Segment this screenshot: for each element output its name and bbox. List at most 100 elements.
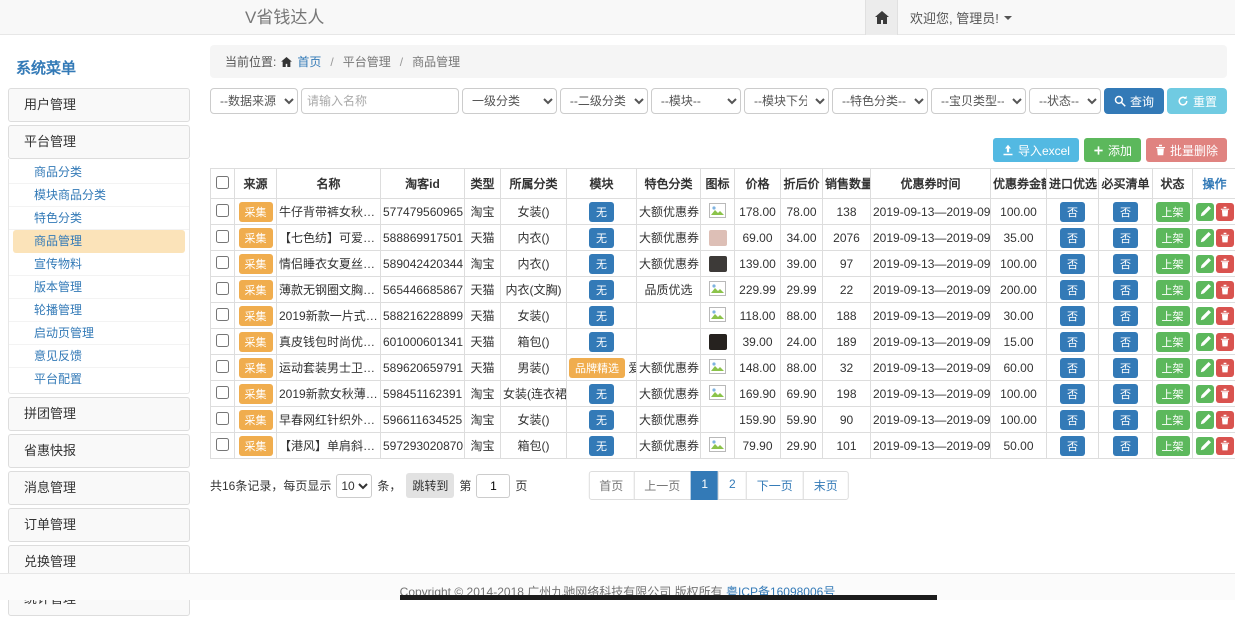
row-checkbox[interactable]	[216, 334, 229, 347]
status-toggle[interactable]: 上架	[1156, 202, 1190, 222]
reset-button[interactable]: 重置	[1167, 88, 1227, 114]
batch-delete-button[interactable]: 批量删除	[1146, 138, 1227, 162]
row-checkbox[interactable]	[216, 204, 229, 217]
must-buy-toggle[interactable]: 否	[1113, 410, 1138, 430]
select-all-checkbox[interactable]	[216, 176, 229, 189]
filter-select[interactable]: --模块下分类--	[744, 88, 829, 114]
jump-button[interactable]: 跳转到	[406, 473, 454, 498]
import-pick-toggle[interactable]: 否	[1060, 254, 1085, 274]
home-button[interactable]	[865, 0, 898, 35]
import-pick-toggle[interactable]: 否	[1060, 306, 1085, 326]
status-toggle[interactable]: 上架	[1156, 280, 1190, 300]
filter-select[interactable]: --宝贝类型--	[931, 88, 1026, 114]
must-buy-toggle[interactable]: 否	[1113, 358, 1138, 378]
add-button[interactable]: 添加	[1084, 138, 1141, 162]
must-buy-toggle[interactable]: 否	[1113, 306, 1138, 326]
filter-select[interactable]: --模块--	[651, 88, 741, 114]
must-buy-toggle[interactable]: 否	[1113, 202, 1138, 222]
breadcrumb-home-link[interactable]: 首页	[297, 53, 321, 70]
row-checkbox[interactable]	[216, 308, 229, 321]
row-checkbox[interactable]	[216, 412, 229, 425]
row-checkbox[interactable]	[216, 360, 229, 373]
delete-button[interactable]	[1216, 411, 1234, 429]
row-checkbox[interactable]	[216, 256, 229, 269]
filter-select[interactable]: --特色分类--	[832, 88, 928, 114]
sidebar-item[interactable]: 订单管理	[8, 508, 190, 542]
edit-button[interactable]	[1196, 437, 1214, 455]
page-button[interactable]: 1	[690, 471, 719, 500]
status-toggle[interactable]: 上架	[1156, 332, 1190, 352]
status-toggle[interactable]: 上架	[1156, 306, 1190, 326]
page-button[interactable]: 末页	[803, 471, 849, 500]
delete-button[interactable]	[1216, 229, 1234, 247]
edit-button[interactable]	[1196, 255, 1214, 273]
edit-button[interactable]	[1196, 307, 1214, 325]
status-toggle[interactable]: 上架	[1156, 254, 1190, 274]
sidebar-subitem[interactable]: 特色分类	[9, 207, 189, 230]
import-pick-toggle[interactable]: 否	[1060, 358, 1085, 378]
delete-button[interactable]	[1216, 281, 1234, 299]
sidebar-subitem[interactable]: 轮播管理	[9, 299, 189, 322]
edit-button[interactable]	[1196, 229, 1214, 247]
delete-button[interactable]	[1216, 437, 1234, 455]
import-pick-toggle[interactable]: 否	[1060, 202, 1085, 222]
page-button[interactable]: 2	[718, 471, 747, 500]
delete-button[interactable]	[1216, 333, 1234, 351]
delete-button[interactable]	[1216, 359, 1234, 377]
import-pick-toggle[interactable]: 否	[1060, 384, 1085, 404]
must-buy-toggle[interactable]: 否	[1113, 384, 1138, 404]
row-checkbox[interactable]	[216, 386, 229, 399]
sidebar-subitem[interactable]: 模块商品分类	[9, 184, 189, 207]
must-buy-toggle[interactable]: 否	[1113, 280, 1138, 300]
sidebar-subitem[interactable]: 商品分类	[9, 161, 189, 184]
import-pick-toggle[interactable]: 否	[1060, 436, 1085, 456]
sidebar-item[interactable]: 拼团管理	[8, 397, 190, 431]
edit-button[interactable]	[1196, 411, 1214, 429]
import-pick-toggle[interactable]: 否	[1060, 332, 1085, 352]
row-checkbox[interactable]	[216, 282, 229, 295]
row-checkbox[interactable]	[216, 438, 229, 451]
filter-select[interactable]: 一级分类	[462, 88, 557, 114]
sidebar-item[interactable]: 用户管理	[8, 88, 190, 122]
must-buy-toggle[interactable]: 否	[1113, 436, 1138, 456]
filter-select[interactable]: --数据来源--	[210, 88, 298, 114]
import-excel-button[interactable]: 导入excel	[993, 138, 1079, 162]
status-toggle[interactable]: 上架	[1156, 410, 1190, 430]
must-buy-toggle[interactable]: 否	[1113, 332, 1138, 352]
sidebar-item[interactable]: 平台管理	[8, 125, 190, 159]
page-button[interactable]: 下一页	[746, 471, 804, 500]
import-pick-toggle[interactable]: 否	[1060, 410, 1085, 430]
search-button[interactable]: 查询	[1104, 88, 1164, 114]
name-search-input[interactable]	[301, 88, 459, 114]
edit-button[interactable]	[1196, 359, 1214, 377]
edit-button[interactable]	[1196, 385, 1214, 403]
edit-button[interactable]	[1196, 333, 1214, 351]
sidebar-subitem[interactable]: 意见反馈	[9, 345, 189, 368]
import-pick-toggle[interactable]: 否	[1060, 228, 1085, 248]
edit-button[interactable]	[1196, 203, 1214, 221]
sidebar-subitem[interactable]: 版本管理	[9, 276, 189, 299]
filter-select[interactable]: --状态--	[1029, 88, 1101, 114]
status-toggle[interactable]: 上架	[1156, 384, 1190, 404]
row-checkbox[interactable]	[216, 230, 229, 243]
import-pick-toggle[interactable]: 否	[1060, 280, 1085, 300]
sidebar-subitem[interactable]: 平台配置	[9, 368, 189, 391]
edit-button[interactable]	[1196, 281, 1214, 299]
status-toggle[interactable]: 上架	[1156, 358, 1190, 378]
status-toggle[interactable]: 上架	[1156, 436, 1190, 456]
page-button[interactable]: 上一页	[633, 471, 691, 500]
page-size-select[interactable]: 10	[336, 474, 372, 498]
delete-button[interactable]	[1216, 203, 1234, 221]
delete-button[interactable]	[1216, 385, 1234, 403]
page-button[interactable]: 首页	[588, 471, 634, 500]
must-buy-toggle[interactable]: 否	[1113, 254, 1138, 274]
sidebar-item[interactable]: 消息管理	[8, 471, 190, 505]
sidebar-subitem[interactable]: 启动页管理	[9, 322, 189, 345]
delete-button[interactable]	[1216, 307, 1234, 325]
jump-page-input[interactable]	[476, 474, 510, 498]
must-buy-toggle[interactable]: 否	[1113, 228, 1138, 248]
sidebar-item[interactable]: 省惠快报	[8, 434, 190, 468]
user-menu[interactable]: 欢迎您, 管理员!	[898, 0, 1012, 35]
sidebar-subitem[interactable]: 商品管理	[13, 230, 185, 253]
status-toggle[interactable]: 上架	[1156, 228, 1190, 248]
